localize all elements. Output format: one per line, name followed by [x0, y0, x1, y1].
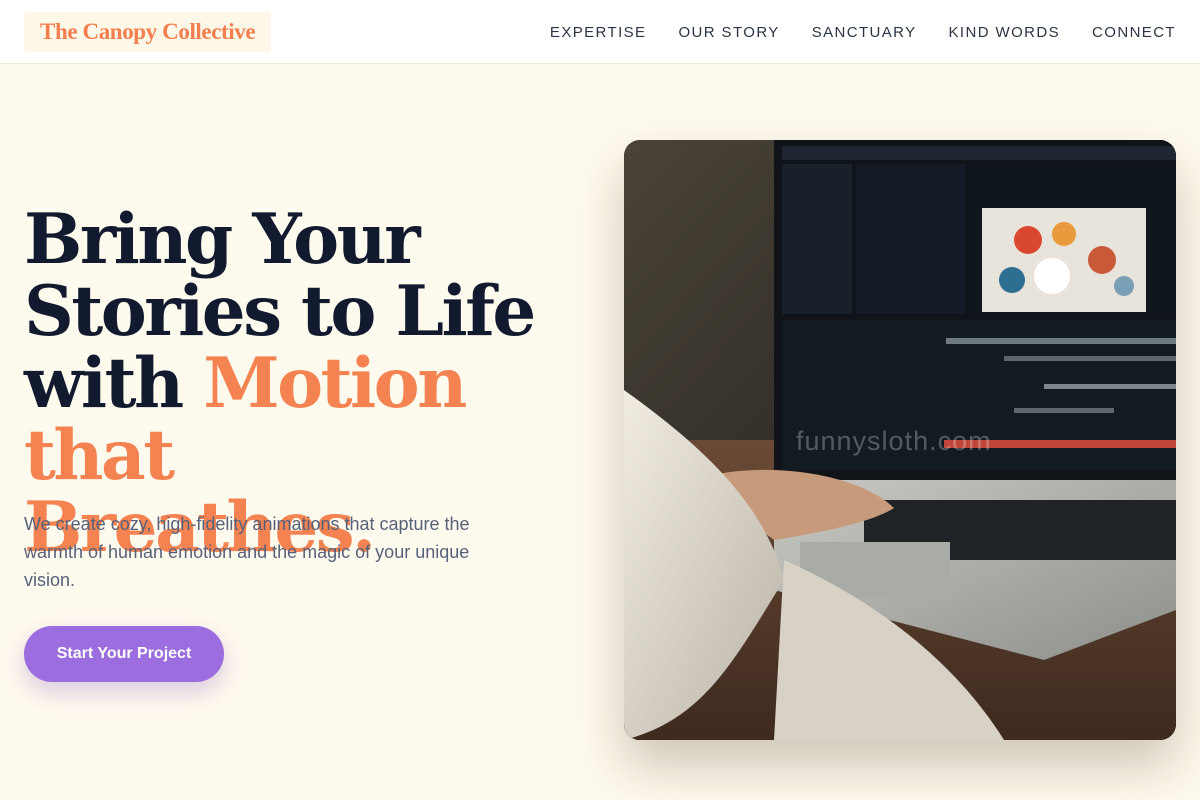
nav-link-our-story[interactable]: OUR STORY [678, 24, 779, 41]
headline-line-2: Stories to Life [24, 271, 536, 352]
nav-link-sanctuary[interactable]: SANCTUARY [812, 24, 917, 41]
image-watermark: funnysloth.com [796, 426, 992, 456]
hero-image: funnysloth.com [624, 140, 1176, 740]
nav-link-expertise[interactable]: EXPERTISE [550, 24, 647, 41]
nav-link-kind-words[interactable]: KIND WORDS [949, 24, 1061, 41]
start-project-button[interactable]: Start Your Project [24, 626, 224, 682]
headline-with: with [24, 343, 184, 424]
headline-line-1: Bring Your [24, 199, 421, 280]
main-nav: EXPERTISE OUR STORY SANCTUARY KIND WORDS… [550, 0, 1176, 64]
navbar: The Canopy Collective EXPERTISE OUR STOR… [0, 0, 1200, 64]
site-logo[interactable]: The Canopy Collective [24, 12, 272, 52]
hero-subtitle: We create cozy, high-fidelity animations… [24, 514, 470, 590]
nav-link-connect[interactable]: CONNECT [1092, 24, 1176, 41]
